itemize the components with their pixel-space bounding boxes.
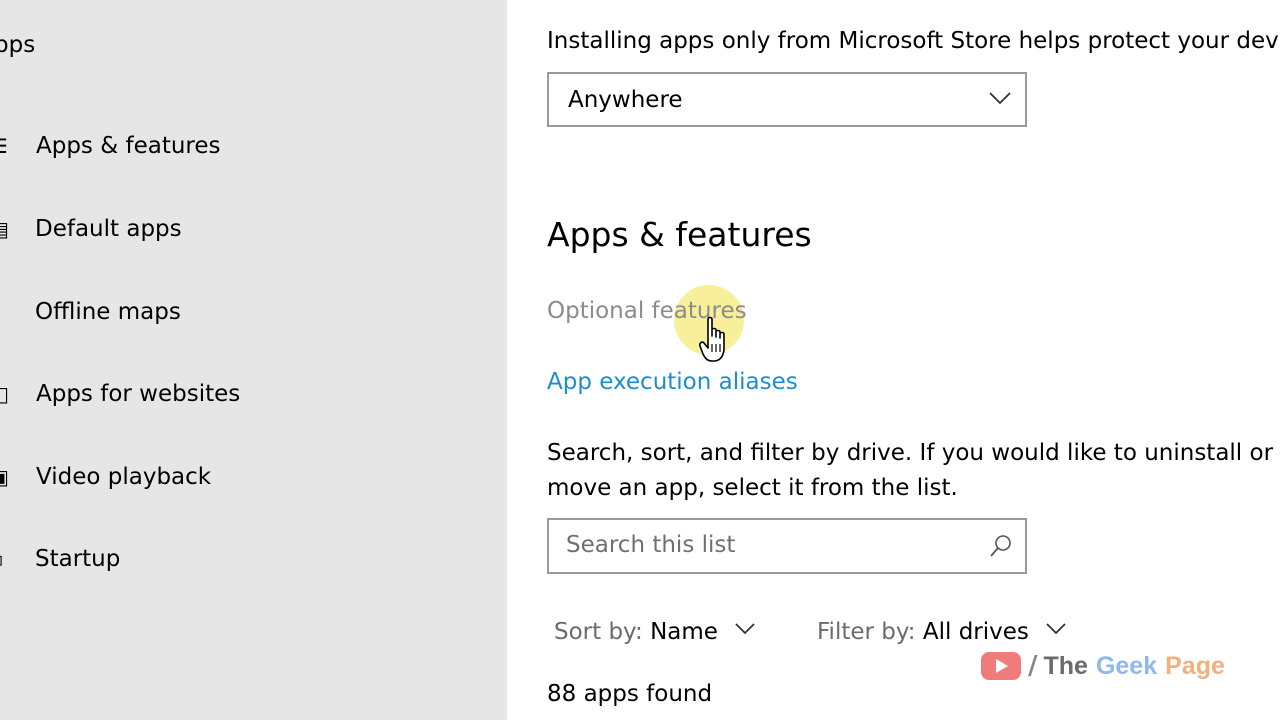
list-icon: ☰	[0, 132, 8, 160]
filter-label: Filter by:	[817, 619, 923, 645]
settings-window: pps ☰ Apps & features ▤ Default apps ⤓ O…	[0, 0, 1280, 720]
main-content: Installing apps only from Microsoft Stor…	[507, 0, 1280, 720]
sort-value: Name	[650, 619, 718, 645]
section-heading: Apps & features	[547, 215, 812, 254]
chevron-down-icon	[1046, 623, 1066, 635]
hand-cursor-icon	[699, 316, 725, 362]
watermark-page: Page	[1165, 651, 1225, 680]
filter-dropdown[interactable]: Filter by: All drives	[817, 615, 1066, 649]
sidebar-item-label: Video playback	[36, 464, 212, 490]
watermark-geek: Geek	[1095, 651, 1158, 680]
sort-label: Sort by:	[554, 619, 651, 645]
apps-found-count: 88 apps found	[547, 681, 713, 707]
search-input[interactable]	[566, 529, 966, 561]
download-map-icon: ⤓	[0, 298, 8, 326]
default-apps-icon: ▤	[0, 215, 8, 243]
watermark-the: The	[1043, 651, 1088, 680]
sidebar-item-video-playback[interactable]: ▣ Video playback	[0, 453, 507, 503]
search-description: Search, sort, and filter by drive. If yo…	[547, 440, 1274, 501]
sidebar-item-offline-maps[interactable]: ⤓ Offline maps	[0, 288, 507, 338]
sidebar-title: pps	[0, 32, 36, 58]
install-source-dropdown[interactable]: Anywhere	[547, 72, 1027, 127]
watermark: / The Geek Page	[980, 648, 1225, 684]
sidebar-item-label: Startup	[35, 546, 121, 572]
search-box[interactable]	[547, 518, 1027, 574]
search-icon[interactable]	[989, 534, 1013, 558]
startup-icon: ▫	[0, 545, 8, 573]
install-source-selected-value: Anywhere	[568, 87, 683, 113]
youtube-icon	[981, 652, 1021, 680]
sidebar-item-label: Apps & features	[36, 133, 221, 159]
chevron-down-icon	[735, 623, 755, 635]
install-source-description: Installing apps only from Microsoft Stor…	[547, 28, 1279, 54]
sort-dropdown[interactable]: Sort by: Name	[554, 615, 755, 649]
sidebar-item-apps-features[interactable]: ☰ Apps & features	[0, 122, 507, 172]
sidebar-item-default-apps[interactable]: ▤ Default apps	[0, 205, 507, 255]
sidebar-item-label: Default apps	[35, 216, 182, 242]
app-execution-aliases-link[interactable]: App execution aliases	[547, 366, 798, 398]
chevron-down-icon	[989, 92, 1011, 105]
filter-value: All drives	[922, 619, 1029, 645]
sidebar: pps ☰ Apps & features ▤ Default apps ⤓ O…	[0, 0, 507, 720]
video-icon: ▣	[0, 463, 8, 491]
sidebar-item-apps-for-websites[interactable]: □ Apps for websites	[0, 370, 507, 420]
sidebar-item-startup[interactable]: ▫ Startup	[0, 535, 507, 585]
sidebar-item-label: Offline maps	[35, 299, 181, 325]
web-apps-icon: □	[0, 380, 8, 408]
watermark-slash: /	[1028, 651, 1038, 681]
sidebar-item-label: Apps for websites	[36, 381, 241, 407]
